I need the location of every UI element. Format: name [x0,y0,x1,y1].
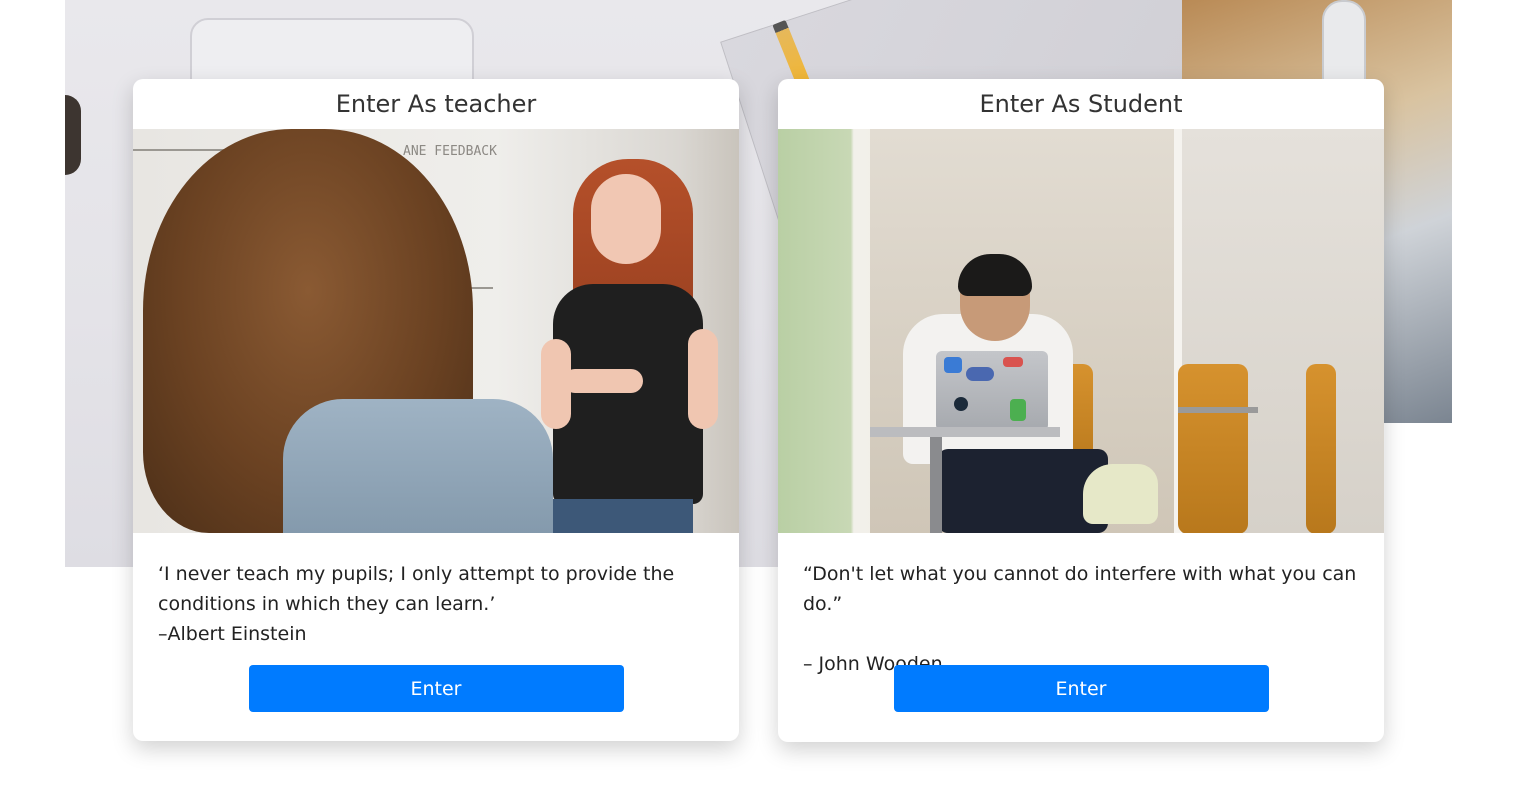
student-enter-button[interactable]: Enter [893,665,1269,712]
student-image [778,129,1384,533]
student-quote: “Don't let what you cannot do interfere … [778,533,1384,675]
teacher-quote: ‘I never teach my pupils; I only attempt… [133,533,739,665]
page: Enter As teacher FE ANE FEEDBACK ‘I neve… [0,0,1530,796]
quote-line: conditions in which they can learn.’ [158,593,496,615]
student-card-title: Enter As Student [979,90,1183,118]
quote-line: ‘I never teach my pupils; I only attempt… [158,563,675,585]
teacher-card: Enter As teacher FE ANE FEEDBACK ‘I neve… [133,79,739,741]
teacher-enter-button[interactable]: Enter [248,665,624,712]
quote-author: –Albert Einstein [158,623,307,645]
student-card: Enter As Student “Don't let what you can… [778,79,1384,742]
teacher-card-title: Enter As teacher [335,90,537,118]
quote-line: “Don't let what you cannot do interfere … [803,563,1357,615]
teacher-image: FE ANE FEEDBACK [133,129,739,533]
